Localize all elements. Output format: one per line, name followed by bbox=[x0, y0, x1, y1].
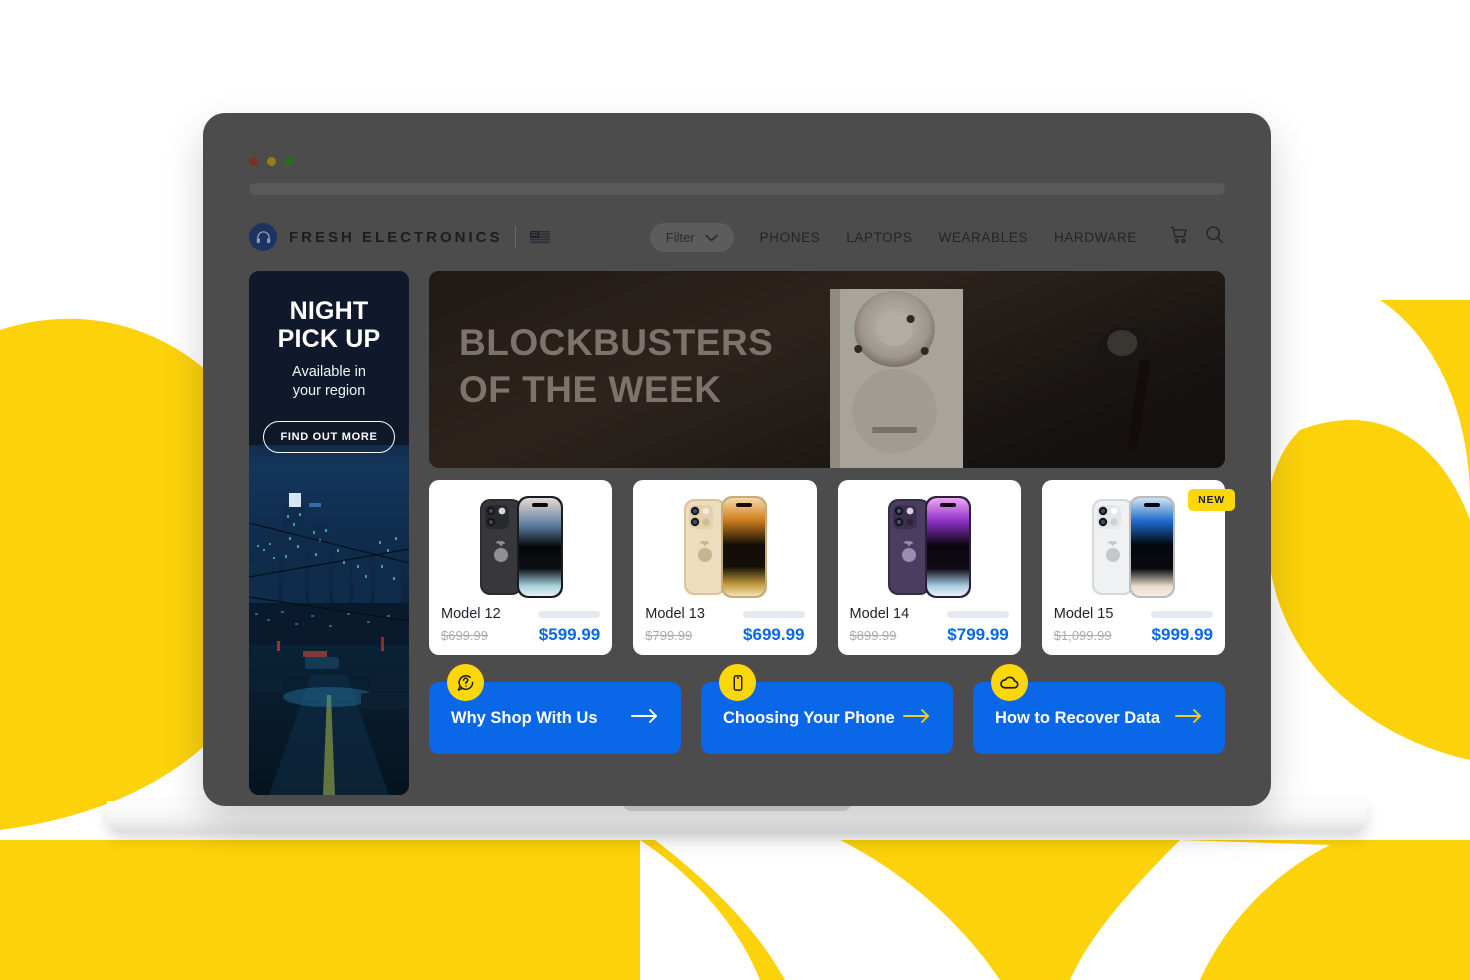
product-price: $999.99 bbox=[1151, 625, 1213, 644]
promo-title-line2: PICK UP bbox=[277, 325, 381, 353]
headphones-icon bbox=[249, 223, 277, 251]
laptop-mockup: FRESH ELECTRONICS Filter PHONES LAPTOPS … bbox=[107, 113, 1367, 833]
product-old-price: $899.99 bbox=[849, 628, 897, 643]
product-image bbox=[441, 492, 600, 602]
site-header: FRESH ELECTRONICS Filter PHONES LAPTOPS … bbox=[249, 205, 1225, 269]
arrow-right-icon bbox=[1175, 708, 1203, 729]
cta-how-to-recover-data[interactable]: How to Recover Data bbox=[973, 664, 1225, 754]
browser-address-bar[interactable] bbox=[249, 183, 1225, 195]
promo-content: NIGHT PICK UP Available in your region F… bbox=[249, 271, 409, 453]
filter-dropdown[interactable]: Filter bbox=[649, 222, 734, 252]
promo-title-line1: NIGHT bbox=[289, 297, 369, 325]
us-flag-icon[interactable] bbox=[529, 230, 550, 244]
product-name: Model 13 bbox=[645, 606, 705, 622]
cta-label: How to Recover Data bbox=[995, 708, 1161, 727]
hero-banner[interactable]: BLOCKBUSTERS OF THE WEEK bbox=[429, 271, 1225, 468]
nav-item-laptops[interactable]: LAPTOPS bbox=[846, 230, 912, 245]
window-close-button[interactable] bbox=[249, 157, 258, 166]
new-badge: NEW bbox=[1188, 489, 1235, 511]
promo-subtitle-line2: your region bbox=[292, 382, 366, 399]
cta-choosing-your-phone[interactable]: Choosing Your Phone bbox=[701, 664, 953, 754]
product-rating-bar bbox=[1151, 610, 1213, 618]
header-divider bbox=[514, 226, 516, 248]
hero-line-2: OF THE WEEK bbox=[459, 369, 722, 411]
page-root: FRESH ELECTRONICS Filter PHONES LAPTOPS … bbox=[0, 0, 1470, 980]
cloud-icon bbox=[991, 664, 1028, 701]
product-price: $699.99 bbox=[743, 625, 805, 644]
product-card[interactable]: Model 12 $699.99 $599.99 bbox=[429, 480, 613, 655]
window-controls[interactable] bbox=[249, 157, 294, 166]
window-maximize-button[interactable] bbox=[285, 157, 294, 166]
phone-icon bbox=[719, 664, 756, 701]
filter-label: Filter bbox=[665, 229, 695, 245]
header-icon-group bbox=[1169, 224, 1225, 250]
cta-label: Choosing Your Phone bbox=[723, 708, 895, 727]
product-card[interactable]: Model 14 $899.99 $799.99 bbox=[837, 480, 1021, 655]
product-old-price: $799.99 bbox=[645, 628, 693, 643]
main-content: BLOCKBUSTERS OF THE WEEK Model 12 $699.9… bbox=[429, 271, 1235, 795]
product-card[interactable]: Model 13 $799.99 $699.99 bbox=[633, 480, 817, 655]
product-rating-bar bbox=[538, 610, 601, 618]
product-name: Model 12 bbox=[441, 606, 501, 622]
site-body: NIGHT PICK UP Available in your region F… bbox=[249, 271, 1235, 795]
night-city-photo bbox=[249, 445, 409, 795]
nav-item-hardware[interactable]: HARDWARE bbox=[1054, 230, 1137, 245]
product-price: $799.99 bbox=[947, 625, 1009, 644]
find-out-more-button[interactable]: FIND OUT MORE bbox=[263, 420, 395, 453]
hero-headline: BLOCKBUSTERS OF THE WEEK bbox=[459, 319, 773, 414]
browser-window: FRESH ELECTRONICS Filter PHONES LAPTOPS … bbox=[203, 113, 1271, 806]
nav-item-wearables[interactable]: WEARABLES bbox=[939, 230, 1028, 245]
search-icon[interactable] bbox=[1204, 224, 1225, 250]
cart-icon[interactable] bbox=[1169, 225, 1190, 250]
product-image bbox=[645, 492, 804, 602]
chevron-down-icon bbox=[704, 230, 718, 245]
cta-why-shop-with-us[interactable]: Why Shop With Us bbox=[429, 664, 681, 754]
header-nav: Filter PHONES LAPTOPS WEARABLES HARDWARE bbox=[649, 222, 1225, 252]
product-old-price: $1,099.99 bbox=[1053, 628, 1112, 643]
product-old-price: $699.99 bbox=[441, 628, 488, 643]
hero-line-1: BLOCKBUSTERS bbox=[459, 322, 774, 363]
brand-logo[interactable]: FRESH ELECTRONICS bbox=[249, 223, 503, 251]
product-rating-bar bbox=[742, 610, 805, 618]
cta-label: Why Shop With Us bbox=[451, 708, 598, 727]
brand-name: FRESH ELECTRONICS bbox=[289, 228, 503, 246]
question-bubble-icon bbox=[447, 664, 484, 701]
product-name: Model 14 bbox=[849, 606, 910, 622]
product-rating-bar bbox=[946, 610, 1009, 618]
product-grid: Model 12 $699.99 $599.99 Model 13 $799.9… bbox=[429, 480, 1235, 655]
product-card[interactable]: NEW Model 15 $1,099.99 $999.99 bbox=[1041, 480, 1235, 655]
arrow-right-icon bbox=[631, 708, 659, 729]
product-name: Model 15 bbox=[1053, 606, 1114, 622]
promo-subtitle-line1: Available in bbox=[292, 364, 366, 380]
product-price: $599.99 bbox=[538, 625, 601, 644]
window-minimize-button[interactable] bbox=[267, 157, 276, 166]
promo-sidebar[interactable]: NIGHT PICK UP Available in your region F… bbox=[249, 271, 409, 795]
cta-row: Why Shop With Us Choosing Your Phone How… bbox=[429, 664, 1225, 754]
website-viewport: FRESH ELECTRONICS Filter PHONES LAPTOPS … bbox=[203, 205, 1271, 805]
arrow-right-icon bbox=[903, 708, 931, 729]
nav-item-phones[interactable]: PHONES bbox=[760, 230, 821, 245]
product-image bbox=[850, 492, 1009, 602]
